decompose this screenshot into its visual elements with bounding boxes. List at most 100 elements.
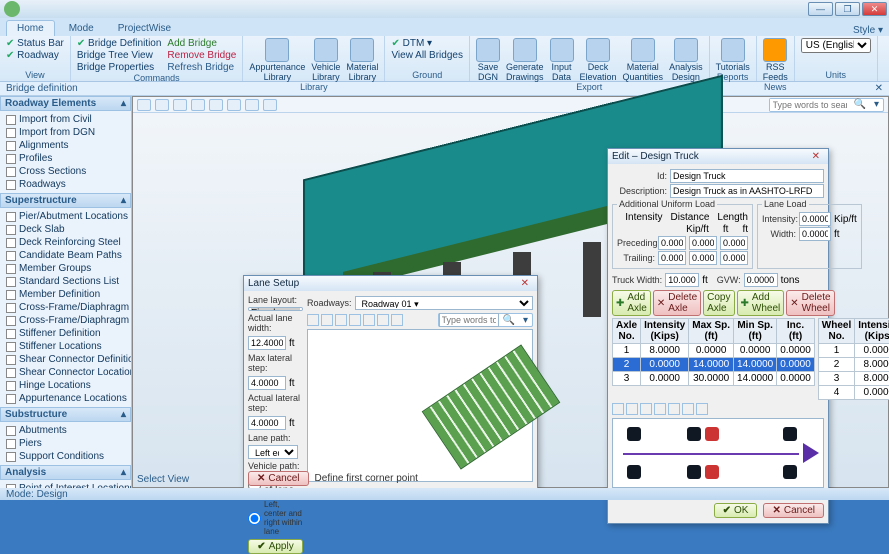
chk-roadway[interactable]: Roadway [6,50,64,61]
tree-item[interactable]: Piers [0,437,131,450]
tree-item[interactable]: Alignments [0,139,131,152]
tree-item[interactable]: Hinge Locations [0,379,131,392]
tool-window-icon[interactable] [227,99,241,111]
tree-item[interactable]: Abutments [0,424,131,437]
lane-tool-icon[interactable] [391,314,403,326]
style-dropdown[interactable]: Style ▾ [853,25,883,36]
tree-item[interactable]: Stiffener Definition [0,327,131,340]
tree-item[interactable]: Candidate Beam Paths [0,249,131,262]
tool-fit-icon[interactable] [191,99,205,111]
diag-tool-icon[interactable] [668,403,680,415]
breadcrumb-close-icon[interactable]: ✕ [875,83,883,94]
actual-lateral-step[interactable] [248,416,286,430]
panel-header-sub[interactable]: Substructure▴ [0,407,131,422]
export-btn[interactable]: Input Data [551,62,571,82]
tree-item[interactable]: Member Groups [0,262,131,275]
tree-item[interactable]: Stiffener Locations [0,340,131,353]
lane-plan-view[interactable] [307,329,533,482]
export-icon[interactable] [550,38,574,62]
collapse-icon[interactable]: ▴ [121,409,126,420]
design-truck-window[interactable]: Edit – Design Truck✕ Id: Description: Ad… [607,148,829,524]
max-lateral-step[interactable] [248,376,286,390]
tree-item[interactable]: Shear Connector Locations [0,366,131,379]
diag-tool-icon[interactable] [654,403,666,415]
gvw-input[interactable] [744,273,778,287]
export-icon[interactable] [674,38,698,62]
lane-search-icon[interactable]: 🔍 [499,315,519,326]
tool-ptr-icon[interactable] [137,99,151,111]
tree-item[interactable]: Profiles [0,152,131,165]
tree-item[interactable]: Deck Reinforcing Steel [0,236,131,249]
truck-id-input[interactable] [670,169,824,183]
wheel-table[interactable]: Wheel No.Intensity (Kips)Position (ft) 1… [818,318,889,400]
diag-tool-icon[interactable] [696,403,708,415]
tree-item[interactable]: Cross-Frame/Diaphragm Definition [0,301,131,314]
diag-tool-icon[interactable] [626,403,638,415]
diag-tool-icon[interactable] [612,403,624,415]
tree-item[interactable]: Member Definition [0,288,131,301]
diag-tool-icon[interactable] [682,403,694,415]
tab-home[interactable]: Home [6,20,55,36]
lane-tool-icon[interactable] [349,314,361,326]
lane-tool-icon[interactable] [335,314,347,326]
dtm-dropdown[interactable]: DTM ▾ [391,38,463,49]
cmd-bridge-tree[interactable]: Bridge Tree View [77,50,162,61]
collapse-icon[interactable]: ▴ [121,195,126,206]
add-axle-button[interactable]: ✚Add Axle [612,290,651,316]
tutorials-icon[interactable] [721,38,745,62]
lane-tool-icon[interactable] [363,314,375,326]
vp-lcr[interactable]: Left, center and right within lane [248,500,303,536]
cmd-bridge-def[interactable]: Bridge Definition [77,38,162,49]
material-lib-icon[interactable] [350,38,374,62]
tree-item[interactable]: Pier/Abutment Locations [0,210,131,223]
collapse-icon[interactable]: ▴ [121,98,126,109]
delete-axle-button[interactable]: ✕Delete Axle [653,290,701,316]
tree-item[interactable]: Standard Sections List [0,275,131,288]
appurtenance-lib[interactable]: Appurtenance Library [249,62,305,82]
tree-item[interactable]: Deck Slab [0,223,131,236]
truck-diagram[interactable] [612,418,824,488]
trail-int[interactable] [658,251,686,265]
export-btn[interactable]: Save DGN [478,62,499,82]
tool-pan-icon[interactable] [173,99,187,111]
truck-ok-button[interactable]: ✔OK [714,503,758,518]
lane-tool-icon[interactable] [321,314,333,326]
prec-dist[interactable] [689,236,717,250]
tree-item[interactable]: Cross-Frame/Diaphragm Locations [0,314,131,327]
export-btn[interactable]: Deck Elevation [580,62,617,82]
tutorials[interactable]: Tutorials [716,62,750,72]
trail-len[interactable] [720,251,748,265]
add-wheel-button[interactable]: ✚Add Wheel [737,290,785,316]
tab-projectwise[interactable]: ProjectWise [108,21,181,36]
panel-header-roadway[interactable]: Roadway Elements▴ [0,96,131,111]
chk-status-bar[interactable]: Status Bar [6,38,64,49]
export-icon[interactable] [631,38,655,62]
actual-lane-width[interactable] [248,336,286,350]
export-icon[interactable] [513,38,537,62]
truck-close-icon[interactable]: ✕ [808,151,824,162]
ll-intensity[interactable] [799,212,831,226]
cmd-remove-bridge[interactable]: Remove Bridge [167,50,236,61]
ll-width[interactable] [799,227,831,241]
lane-tool-icon[interactable] [377,314,389,326]
export-icon[interactable] [476,38,500,62]
diag-tool-icon[interactable] [640,403,652,415]
tree-item[interactable]: Import from DGN [0,126,131,139]
truck-width[interactable] [665,273,699,287]
prec-int[interactable] [658,236,686,250]
export-btn[interactable]: Generate Drawings [506,62,544,82]
tool-shade-icon[interactable] [263,99,277,111]
window-close[interactable]: ✕ [862,2,887,16]
material-lib[interactable]: Material Library [346,62,378,82]
export-btn[interactable]: Material Quantities [623,62,664,82]
lane-tool-icon[interactable] [307,314,319,326]
tool-wire-icon[interactable] [245,99,259,111]
copy-axle-button[interactable]: Copy Axle [703,290,734,316]
cmd-add-bridge[interactable]: Add Bridge [167,38,236,49]
prec-len[interactable] [720,236,748,250]
roadway-select[interactable]: Roadway 01 ▾ [355,296,533,310]
window-minimize[interactable]: — [808,2,833,16]
delete-wheel-button[interactable]: ✕Delete Wheel [786,290,834,316]
lane-setup-window[interactable]: Lane Setup✕ Lane layout: Fixed Mirrored … [243,275,538,490]
search-dropdown-icon[interactable]: ▾ [870,99,883,110]
